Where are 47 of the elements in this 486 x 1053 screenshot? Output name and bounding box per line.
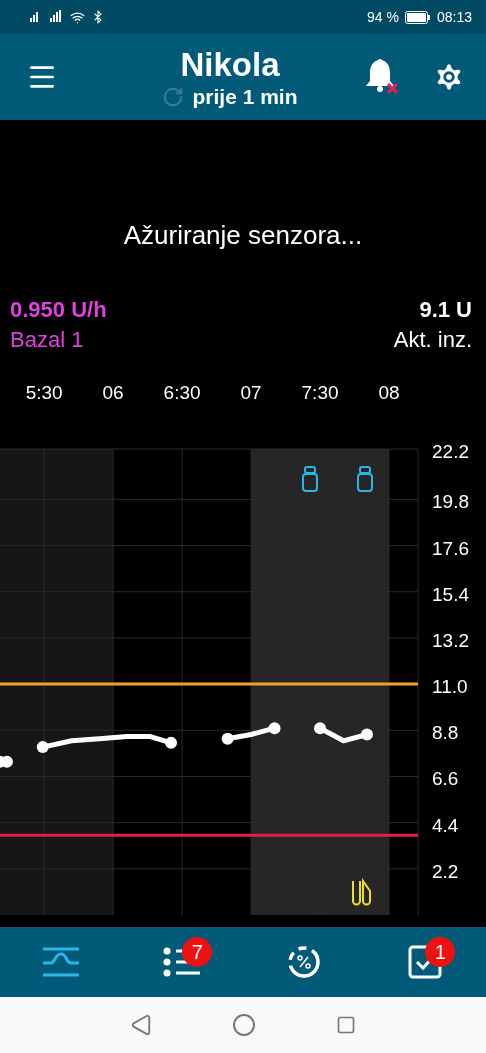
data-point xyxy=(360,728,373,740)
insulin-label: Akt. inz. xyxy=(393,326,472,354)
axis-label: 17.6 xyxy=(432,537,469,559)
patient-name: Nikola xyxy=(180,45,280,85)
axis-label: 11.0 xyxy=(432,675,468,697)
axis-label: 15.4 xyxy=(432,583,469,605)
data-point xyxy=(165,736,178,749)
data-point xyxy=(268,721,281,734)
count-badge: 1 xyxy=(425,937,456,967)
time-label: 5:30 xyxy=(25,381,63,403)
nav-tab[interactable]: 7 xyxy=(152,937,213,987)
time-label: 06 xyxy=(102,381,124,403)
axis-label: 2.2 xyxy=(432,860,459,882)
wifi-icon xyxy=(70,9,85,25)
time-label: 6:30 xyxy=(163,381,201,403)
battery-level: 94 % xyxy=(367,9,399,25)
insulin-amount: 9.1 U xyxy=(419,296,472,324)
data-point xyxy=(314,721,327,734)
vial-icon xyxy=(302,465,318,492)
home-icon[interactable] xyxy=(232,1013,256,1037)
axis-label: 8.8 xyxy=(432,721,459,743)
axis-label: 6.6 xyxy=(432,767,459,789)
time-label: 7:30 xyxy=(301,381,339,403)
refresh-icon xyxy=(162,86,185,108)
axis-label: 13.2 xyxy=(432,629,469,651)
data-point xyxy=(221,732,234,745)
graph-icon xyxy=(41,946,80,978)
basal-rate: 0.950 U/h xyxy=(10,296,107,324)
axis-label: 4.4 xyxy=(432,814,459,836)
clock: 08:13 xyxy=(436,9,472,25)
percent-icon xyxy=(286,945,321,979)
basal-name: Bazal 1 xyxy=(10,326,84,354)
battery-icon xyxy=(404,10,431,24)
time-label: 07 xyxy=(240,381,262,403)
data-point xyxy=(36,740,49,753)
recents-icon[interactable] xyxy=(336,1015,356,1035)
last-update: prije 1 min xyxy=(192,85,298,109)
axis-label: 22.2 xyxy=(432,440,469,462)
back-icon[interactable] xyxy=(130,1014,152,1036)
sensor-status: Ažuriranje senzora... xyxy=(122,220,364,251)
cutlery-icon xyxy=(352,879,371,905)
nav-tab[interactable]: 1 xyxy=(395,937,456,987)
time-label: 08 xyxy=(378,381,400,403)
axis-label: 19.8 xyxy=(432,490,469,512)
count-badge: 7 xyxy=(182,937,213,967)
vial-icon xyxy=(357,465,373,492)
signal-icon xyxy=(30,9,64,25)
